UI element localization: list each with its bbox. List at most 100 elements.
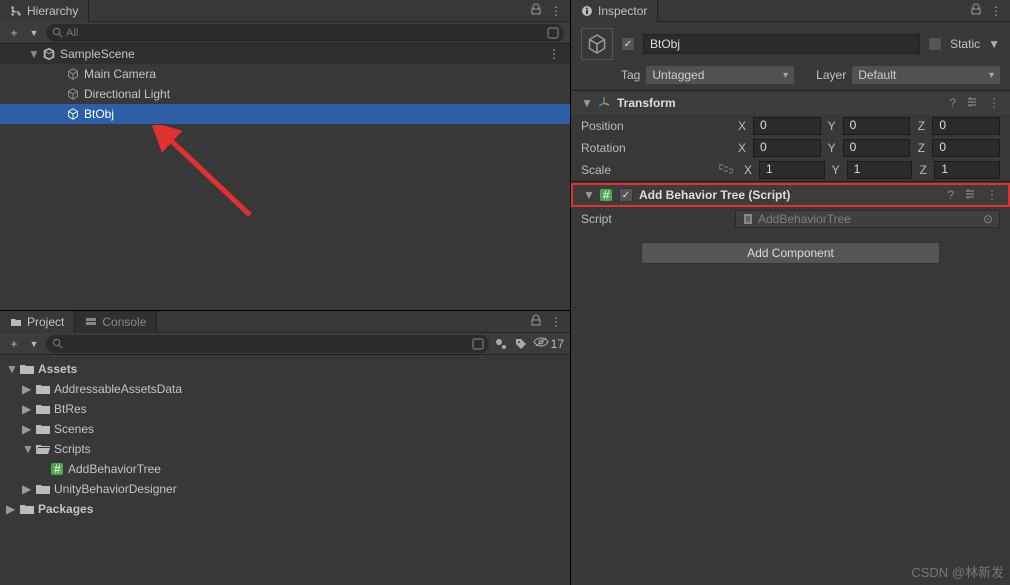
scene-name: SampleScene (60, 47, 135, 61)
layer-dropdown[interactable]: Default (852, 66, 1000, 84)
tab-hierarchy[interactable]: Hierarchy (0, 0, 89, 22)
axis-z-label: Z (916, 163, 930, 177)
layer-label: Layer (816, 68, 846, 82)
position-x-input[interactable]: 0 (753, 117, 821, 135)
project-folder[interactable]: ▶ Packages (0, 499, 570, 519)
scale-y-input[interactable]: 1 (847, 161, 913, 179)
hierarchy-item-selected[interactable]: BtObj (0, 104, 570, 124)
hidden-count: 17 (551, 337, 564, 351)
help-icon[interactable]: ? (947, 188, 954, 203)
static-checkbox[interactable] (928, 37, 942, 51)
filter-by-label-icon[interactable] (513, 336, 529, 352)
component-kebab-icon[interactable]: ⋮ (988, 96, 1000, 111)
project-folder[interactable]: ▶ BtRes (0, 399, 570, 419)
folder-icon (20, 363, 34, 375)
scale-z-input[interactable]: 1 (934, 161, 1000, 179)
preset-icon[interactable] (966, 96, 978, 111)
gameobject-icon (66, 107, 80, 121)
create-dropdown-icon[interactable]: ▼ (26, 336, 42, 352)
search-icon (52, 27, 63, 41)
svg-text:#: # (603, 188, 610, 202)
rotation-y-input[interactable]: 0 (843, 139, 911, 157)
project-folder-label: Scenes (54, 422, 94, 436)
project-icon (10, 316, 22, 328)
script-icon: # (599, 188, 613, 202)
tab-inspector[interactable]: Inspector (571, 0, 658, 22)
gameobject-icon[interactable] (581, 28, 613, 60)
panel-kebab-icon[interactable]: ⋮ (990, 4, 1002, 18)
tab-console[interactable]: Console (75, 311, 157, 333)
hierarchy-search-input[interactable] (46, 24, 564, 42)
position-y-input[interactable]: 0 (843, 117, 911, 135)
fold-icon[interactable]: ▼ (583, 188, 593, 202)
project-folder[interactable]: ▼ Assets (0, 359, 570, 379)
script-file-icon (742, 213, 754, 225)
search-type-icon[interactable] (471, 338, 485, 353)
transform-icon (597, 96, 611, 110)
static-dropdown-icon[interactable]: ▼ (988, 37, 1000, 51)
axis-x-label: X (735, 119, 749, 133)
axis-z-label: Z (914, 119, 928, 133)
rotation-z-input[interactable]: 0 (932, 139, 1000, 157)
script-reference-value: AddBehaviorTree (758, 212, 851, 226)
scene-kebab-icon[interactable]: ⋮ (548, 47, 560, 61)
fold-icon[interactable]: ▶ (6, 502, 16, 516)
gameobject-name-input[interactable]: BtObj (643, 34, 920, 54)
fold-icon[interactable]: ▼ (6, 362, 16, 376)
help-icon[interactable]: ? (949, 96, 956, 111)
axis-y-label: Y (825, 141, 839, 155)
fold-icon[interactable]: ▼ (28, 47, 38, 61)
fold-icon[interactable]: ▶ (22, 422, 32, 436)
script-component-header[interactable]: ▼ # ✓ Add Behavior Tree (Script) ? ⋮ (571, 183, 1010, 207)
gameobject-active-checkbox[interactable]: ✓ (621, 37, 635, 51)
fold-icon[interactable]: ▼ (22, 442, 32, 456)
project-folder-label: UnityBehaviorDesigner (54, 482, 177, 496)
position-z-input[interactable]: 0 (932, 117, 1000, 135)
script-reference-field[interactable]: AddBehaviorTree ⊙ (735, 210, 1000, 228)
fold-icon[interactable]: ▼ (581, 96, 591, 110)
component-kebab-icon[interactable]: ⋮ (986, 188, 998, 203)
project-folder[interactable]: ▶ Scenes (0, 419, 570, 439)
axis-z-label: Z (914, 141, 928, 155)
constrain-link-icon[interactable] (719, 163, 733, 178)
project-script-item[interactable]: # AddBehaviorTree (0, 459, 570, 479)
fold-icon[interactable]: ▶ (22, 482, 32, 496)
search-type-icon[interactable] (546, 27, 560, 42)
lock-icon[interactable] (970, 3, 982, 18)
project-folder[interactable]: ▶ AddressableAssetsData (0, 379, 570, 399)
transform-header[interactable]: ▼ Transform ? ⋮ (571, 91, 1010, 115)
project-folder[interactable]: ▼ Scripts (0, 439, 570, 459)
panel-kebab-icon[interactable]: ⋮ (550, 4, 562, 18)
fold-icon[interactable]: ▶ (22, 382, 32, 396)
lock-icon[interactable] (530, 314, 542, 329)
create-plus-button[interactable]: + (6, 25, 22, 41)
hierarchy-item[interactable]: Directional Light (0, 84, 570, 104)
project-folder[interactable]: ▶ UnityBehaviorDesigner (0, 479, 570, 499)
panel-kebab-icon[interactable]: ⋮ (550, 315, 562, 329)
hierarchy-item[interactable]: Main Camera (0, 64, 570, 84)
watermark-text: CSDN @林新发 (911, 562, 1004, 581)
tag-dropdown[interactable]: Untagged (646, 66, 794, 84)
rotation-x-input[interactable]: 0 (753, 139, 821, 157)
create-dropdown-icon[interactable]: ▼ (26, 25, 42, 41)
hidden-eye-icon[interactable] (533, 336, 549, 351)
axis-x-label: X (741, 163, 755, 177)
project-search-input[interactable] (46, 335, 489, 353)
add-component-button[interactable]: Add Component (641, 242, 940, 264)
scene-row[interactable]: ▼ SampleScene ⋮ (0, 44, 570, 64)
create-plus-button[interactable]: + (6, 336, 22, 352)
annotation-arrow (150, 125, 270, 225)
object-picker-icon[interactable]: ⊙ (983, 212, 993, 226)
lock-icon[interactable] (530, 3, 542, 18)
project-folder-label: Scripts (54, 442, 91, 456)
fold-icon[interactable]: ▶ (22, 402, 32, 416)
filter-by-type-icon[interactable] (493, 336, 509, 352)
tab-project[interactable]: Project (0, 311, 75, 333)
hierarchy-item-label: Directional Light (84, 87, 170, 101)
script-enabled-checkbox[interactable]: ✓ (619, 188, 633, 202)
search-icon (52, 338, 63, 352)
project-folder-label: Assets (38, 362, 77, 376)
scale-x-input[interactable]: 1 (759, 161, 825, 179)
preset-icon[interactable] (964, 188, 976, 203)
hierarchy-icon (10, 5, 22, 17)
